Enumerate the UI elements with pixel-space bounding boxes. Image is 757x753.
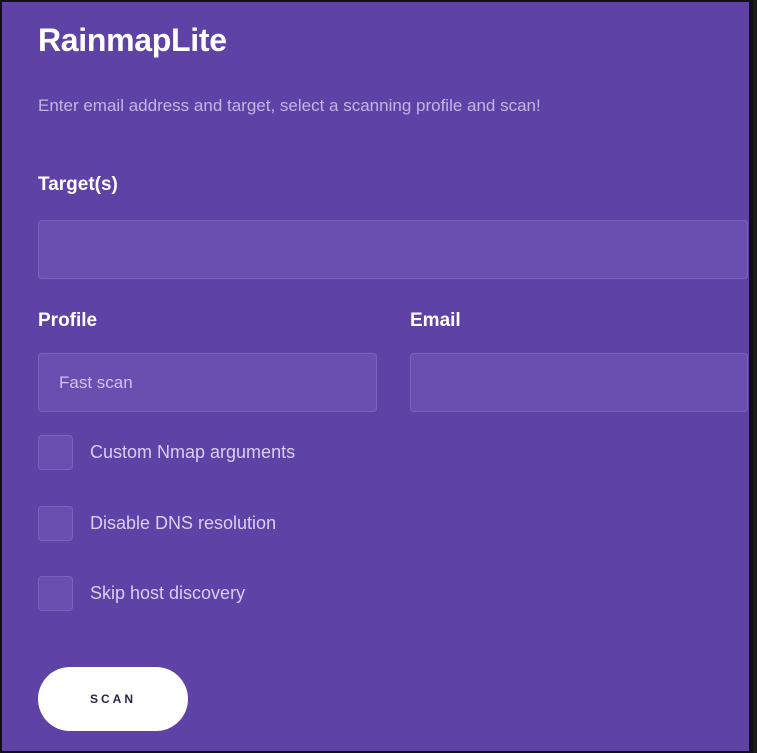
custom-nmap-arguments-checkbox[interactable] — [38, 435, 73, 470]
profile-label: Profile — [38, 310, 98, 331]
app-subtitle: Enter email address and target, select a… — [38, 96, 541, 115]
app-title: RainmapLite — [38, 22, 227, 58]
targets-input[interactable] — [38, 220, 748, 279]
custom-nmap-arguments-label[interactable]: Custom Nmap arguments — [90, 442, 295, 463]
email-input[interactable] — [410, 353, 748, 412]
scan-button[interactable]: SCAN — [38, 667, 188, 731]
skip-host-discovery-label[interactable]: Skip host discovery — [90, 583, 245, 604]
email-label: Email — [410, 310, 461, 331]
profile-select[interactable]: Fast scan — [38, 353, 377, 412]
targets-label: Target(s) — [38, 174, 118, 195]
disable-dns-resolution-label[interactable]: Disable DNS resolution — [90, 513, 276, 534]
skip-host-discovery-checkbox[interactable] — [38, 576, 73, 611]
disable-dns-resolution-checkbox[interactable] — [38, 506, 73, 541]
rainmap-form-panel: RainmapLite Enter email address and targ… — [0, 0, 753, 753]
